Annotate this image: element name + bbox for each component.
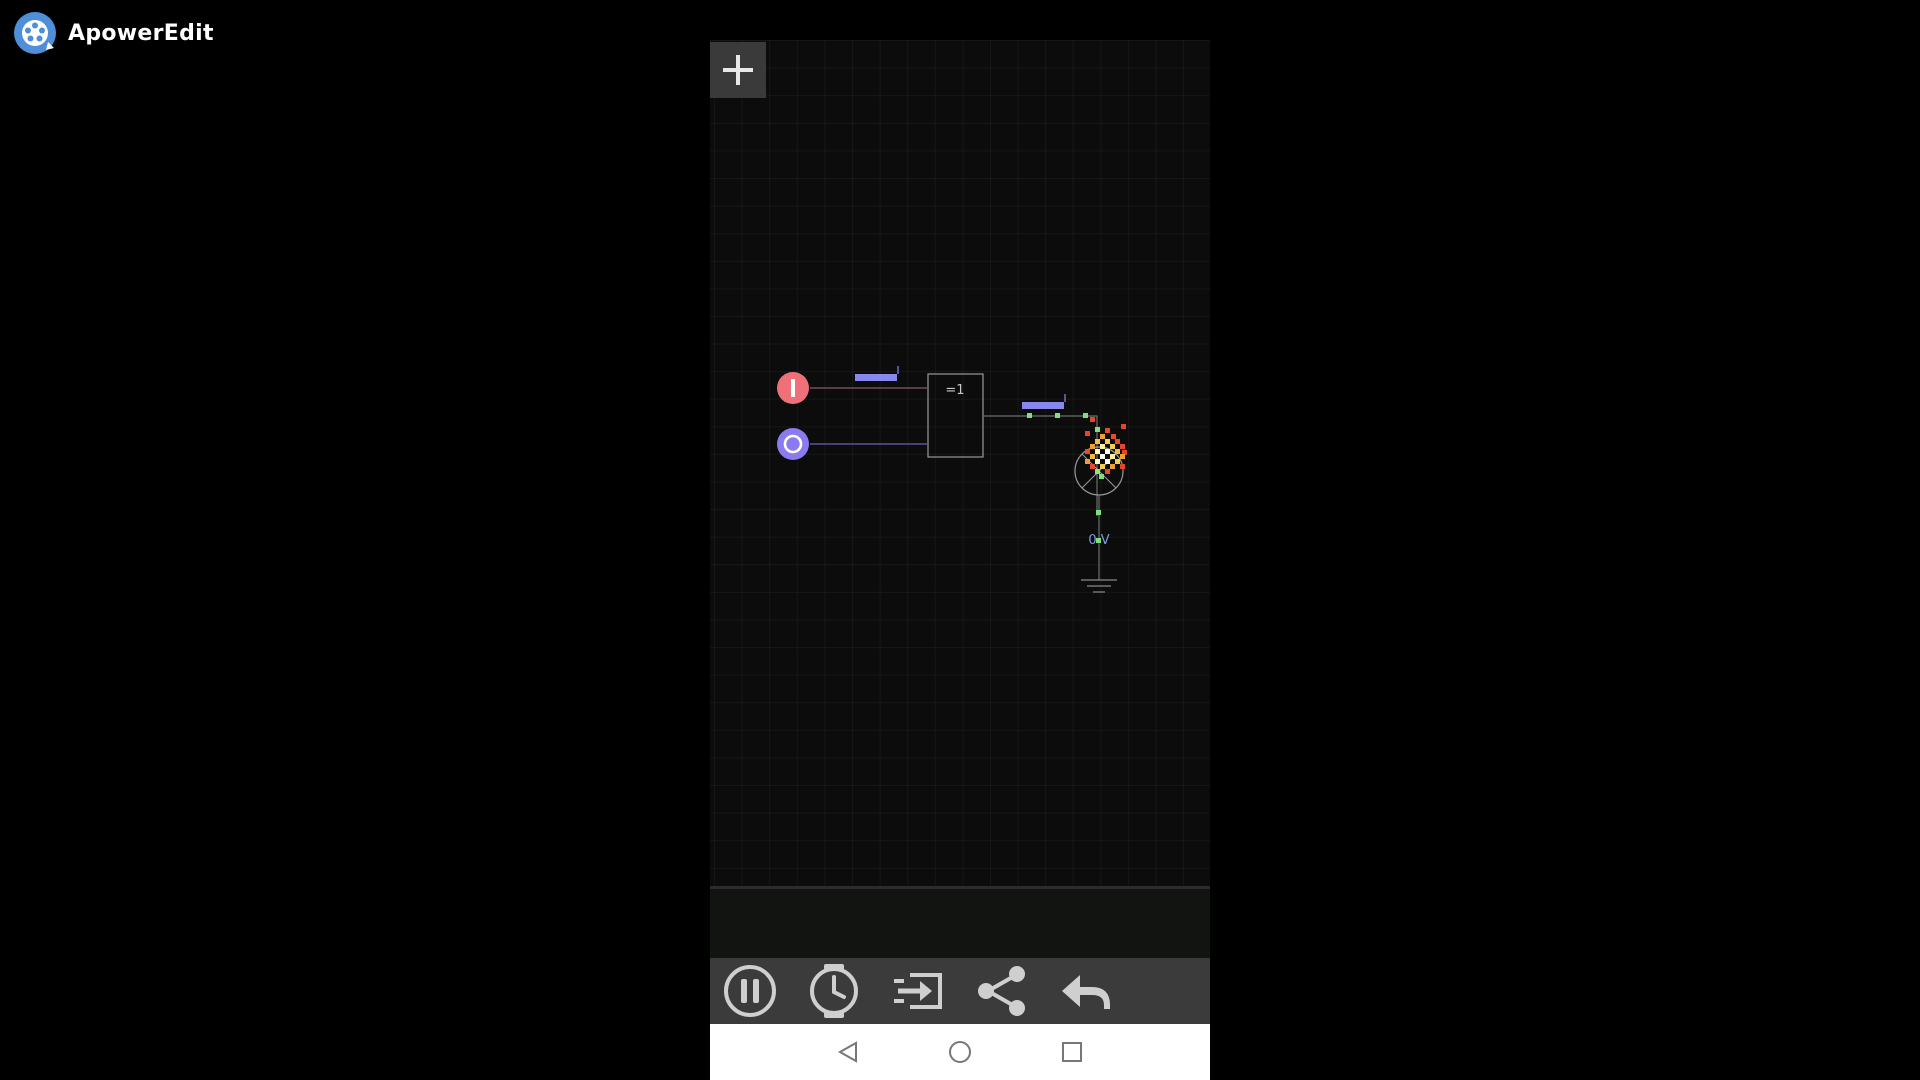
share-icon: [978, 966, 1025, 1016]
nav-recents-button[interactable]: [1058, 1038, 1086, 1066]
recents-icon: [1062, 1042, 1082, 1062]
wire-output: [983, 415, 1098, 516]
undo-icon: [1062, 975, 1110, 1009]
pause-button[interactable]: [722, 963, 778, 1019]
undo-button[interactable]: [1058, 963, 1114, 1019]
info-panel: [710, 886, 1210, 961]
voltage-label: 0 V: [1088, 533, 1109, 548]
import-button[interactable]: [890, 963, 946, 1019]
watermark: ApowerEdit: [14, 12, 214, 54]
gate-label: =1: [945, 383, 964, 398]
android-nav-bar: [710, 1024, 1210, 1080]
add-component-button[interactable]: [710, 42, 766, 98]
home-icon: [949, 1041, 971, 1063]
pause-icon: [724, 965, 776, 1017]
circuit-diagram: =1 0 V: [777, 366, 1127, 593]
input-low: [777, 428, 809, 460]
phone-screen: =1 0 V: [710, 40, 1210, 1080]
signal-bar-output: [1022, 402, 1064, 409]
import-icon: [894, 973, 942, 1009]
nav-back-button[interactable]: [834, 1038, 862, 1066]
apoweredit-logo-icon: [14, 12, 56, 54]
nav-home-button[interactable]: [946, 1038, 974, 1066]
clock-icon: [810, 964, 858, 1018]
bottom-toolbar: [710, 958, 1210, 1024]
app-name: ApowerEdit: [68, 20, 214, 46]
timer-button[interactable]: [806, 963, 862, 1019]
plus-icon: [723, 55, 753, 85]
circuit-canvas[interactable]: =1 0 V: [710, 40, 1210, 886]
back-icon: [837, 1041, 857, 1063]
signal-bar-input: [855, 374, 897, 381]
share-button[interactable]: [974, 963, 1030, 1019]
